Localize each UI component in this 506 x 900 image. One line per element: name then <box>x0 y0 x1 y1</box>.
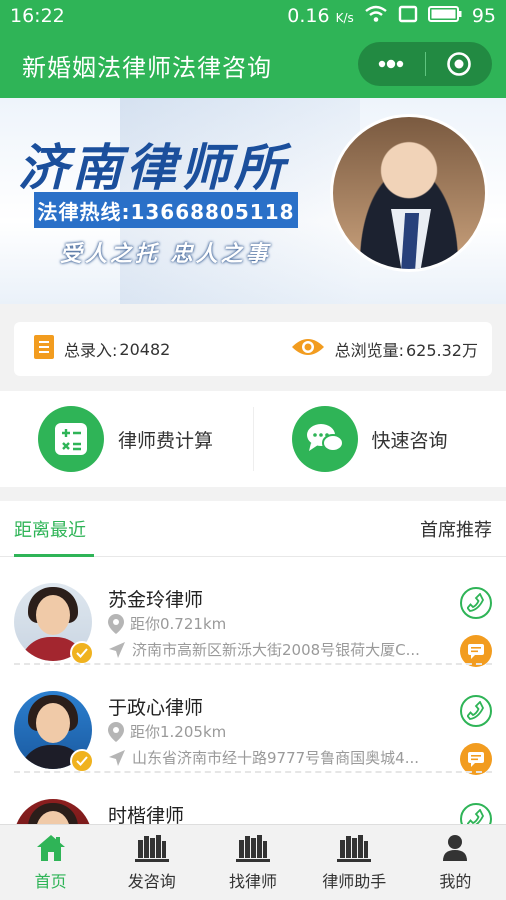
close-miniprogram-button[interactable] <box>426 42 493 86</box>
lawyer-name: 时楷律师 <box>108 805 185 825</box>
avatar <box>14 799 92 825</box>
phone-icon <box>467 701 485 720</box>
fee-calculator-button[interactable]: 律师费计算 <box>0 391 253 487</box>
lawyer-item[interactable]: 于政心律师 距你1.205km 山东省济南市经十路9777号鲁商国奥城4... <box>0 665 506 775</box>
battery-level: 95 <box>471 5 496 27</box>
tab-nearest[interactable]: 距离最近 <box>14 501 86 557</box>
banner-firm-name: 济南律师所 <box>18 138 288 197</box>
map-pin-icon <box>108 721 124 742</box>
list-tabs: 距离最近 首席推荐 <box>0 501 506 557</box>
wifi-icon <box>364 5 388 28</box>
call-button[interactable] <box>460 695 492 727</box>
screen-icon <box>398 5 418 28</box>
banner-lawyer-photo <box>330 114 488 272</box>
lawyer-name: 于政心律师 <box>108 697 204 719</box>
lawyer-list: 苏金玲律师 距你0.721km 济南市高新区新泺大街2008号银荷大厦C... <box>0 557 506 825</box>
quick-consult-button[interactable]: 快速咨询 <box>254 391 506 487</box>
tab-post-consult[interactable]: 发咨询 <box>101 825 202 900</box>
tab-recommended[interactable]: 首席推荐 <box>420 501 492 557</box>
verified-badge-icon <box>70 641 94 665</box>
phone-icon <box>467 809 485 825</box>
quick-actions: 律师费计算 快速咨询 <box>0 391 506 487</box>
target-icon <box>446 52 471 76</box>
more-menu-button[interactable] <box>358 42 425 86</box>
books-icon <box>236 834 270 862</box>
lawyer-item[interactable]: 时楷律师 <box>0 773 506 825</box>
person-icon <box>443 834 468 861</box>
lawyer-name: 苏金玲律师 <box>108 589 204 611</box>
map-pin-icon <box>108 613 124 634</box>
lawyer-item[interactable]: 苏金玲律师 距你0.721km 济南市高新区新泺大街2008号银荷大厦C... <box>0 557 506 667</box>
miniprogram-capsule <box>358 42 492 86</box>
home-icon <box>36 834 65 861</box>
bottom-tab-bar: 首页 发咨询 找律师 律师助手 我的 <box>0 824 506 900</box>
battery-icon <box>427 5 462 28</box>
eye-icon <box>291 337 325 361</box>
quick-consult-label: 快速咨询 <box>371 429 448 452</box>
chat-bubbles-icon <box>291 406 358 472</box>
stats-card: 总录入: 20482 总浏览量: 625.32万 <box>14 322 492 376</box>
total-entries-value: 20482 <box>119 339 171 359</box>
books-icon <box>337 834 372 862</box>
verified-badge-icon <box>70 749 94 773</box>
banner-hotline: 法律热线:13668805118 <box>34 192 298 228</box>
page-title: 新婚姻法律师法律咨询 <box>22 53 272 82</box>
message-icon <box>468 752 484 767</box>
phone-icon <box>467 593 485 612</box>
navigation-arrow-icon <box>109 641 125 658</box>
navigation-arrow-icon <box>109 749 125 766</box>
total-views-value: 625.32万 <box>406 341 478 360</box>
tab-mine[interactable]: 我的 <box>405 825 506 900</box>
banner-carousel[interactable]: 济南律师所 法律热线:13668805118 受人之托 忠人之事 <box>0 98 506 304</box>
navigation-bar: 新婚姻法律师法律咨询 <box>0 32 506 98</box>
status-time: 16:22 <box>10 5 65 27</box>
total-entries-label: 总录入: <box>64 341 118 360</box>
total-views-label: 总浏览量: <box>334 341 404 360</box>
fee-calculator-label: 律师费计算 <box>118 429 214 452</box>
status-bar: 16:22 0.16 K/s 95 <box>0 0 506 32</box>
call-button[interactable] <box>460 803 492 825</box>
lawyer-address: 山东省济南市经十路9777号鲁商国奥城4... <box>132 749 420 767</box>
lawyer-distance: 距你1.205km <box>130 723 227 741</box>
tab-find-lawyer[interactable]: 找律师 <box>202 825 303 900</box>
calculator-icon <box>38 406 104 472</box>
message-icon <box>468 644 484 659</box>
books-icon <box>134 834 169 862</box>
call-button[interactable] <box>460 587 492 619</box>
tab-lawyer-assistant[interactable]: 律师助手 <box>304 825 405 900</box>
more-dots-icon <box>379 59 404 69</box>
lawyer-distance: 距你0.721km <box>130 615 227 633</box>
document-icon <box>34 335 54 363</box>
banner-slogan: 受人之托 忠人之事 <box>60 241 271 267</box>
lawyer-address: 济南市高新区新泺大街2008号银荷大厦C... <box>132 641 420 659</box>
tab-home[interactable]: 首页 <box>0 825 101 900</box>
network-speed: 0.16 K/s <box>287 5 354 27</box>
app-root: 16:22 0.16 K/s 95 新婚姻法律师法律咨询 济南律师所 法律热线:… <box>0 0 506 900</box>
